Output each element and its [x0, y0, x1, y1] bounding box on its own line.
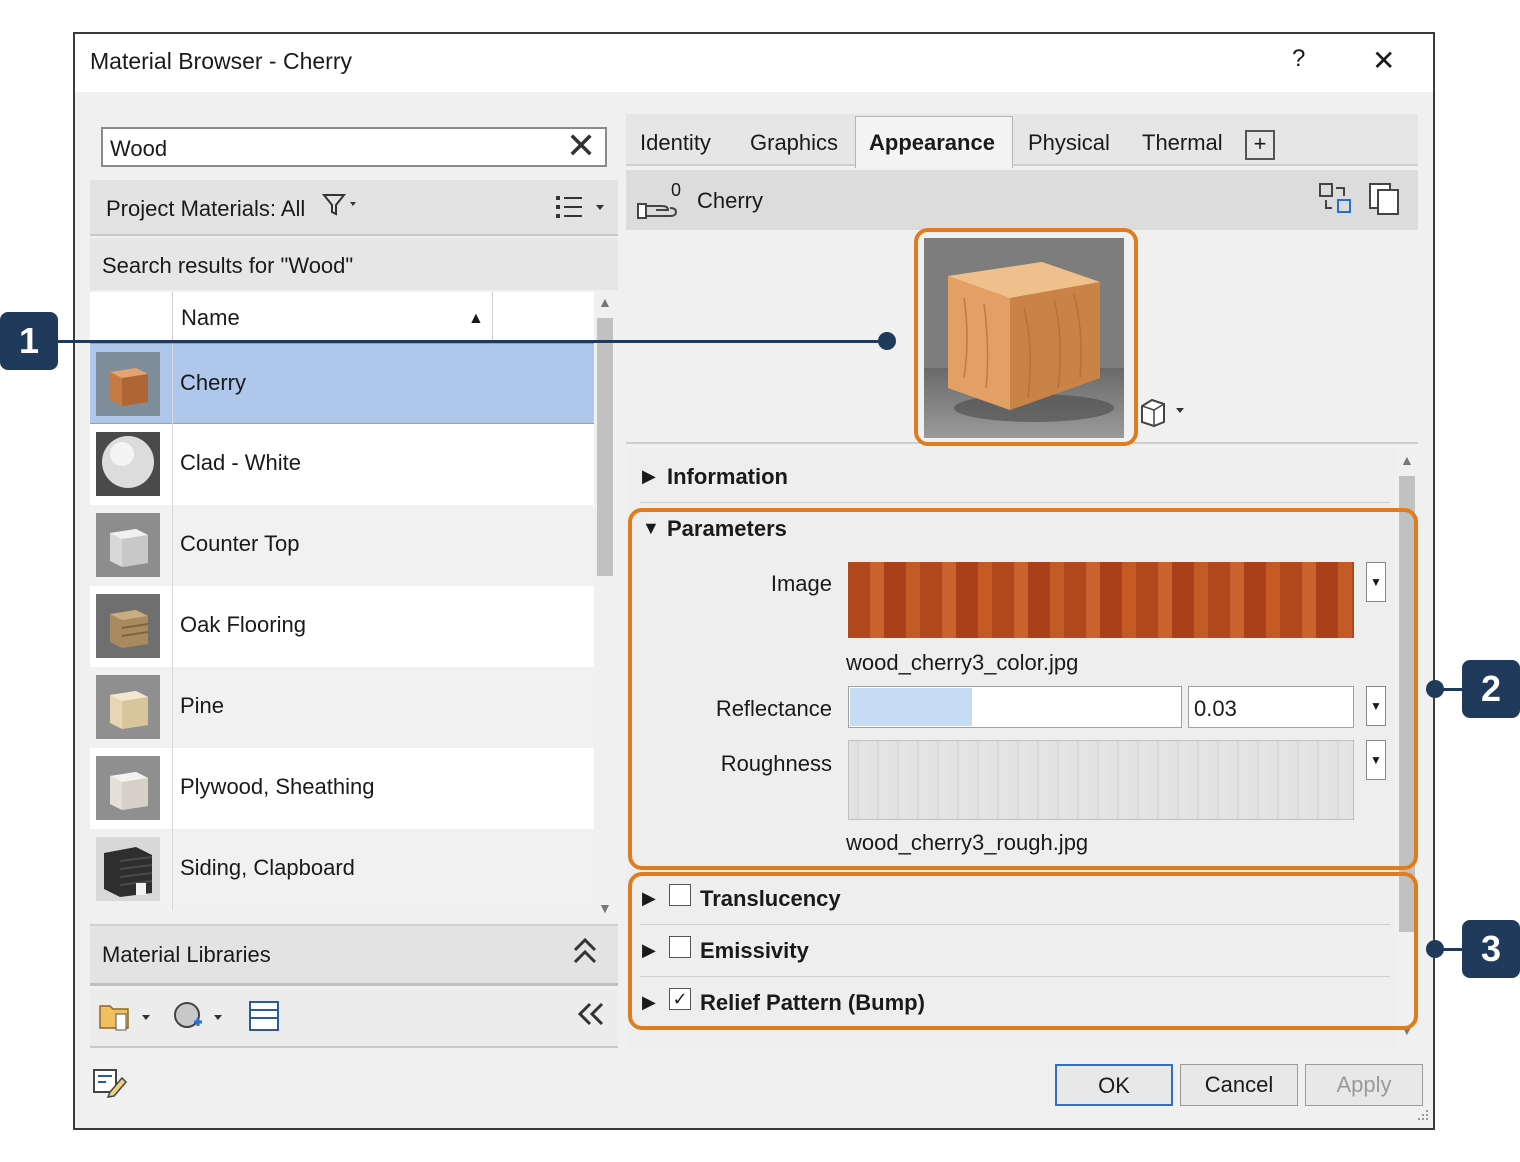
- expand-information-icon[interactable]: ▶: [642, 466, 656, 487]
- material-editor-icon[interactable]: [92, 1066, 128, 1105]
- tab-graphics[interactable]: Graphics: [750, 130, 838, 156]
- materials-scroll-thumb[interactable]: [597, 318, 613, 576]
- material-row-plywood-sheathing[interactable]: Plywood, Sheathing: [90, 748, 594, 829]
- window-title: Material Browser - Cherry: [90, 48, 352, 74]
- asset-name: Cherry: [697, 188, 764, 213]
- callout-3-leader: [1440, 948, 1462, 951]
- parameters-highlight: [628, 508, 1418, 870]
- callout-1: 1: [0, 312, 58, 370]
- resize-grip-icon[interactable]: [1412, 1108, 1430, 1131]
- ok-button[interactable]: OK: [1055, 1064, 1173, 1106]
- material-label: Siding, Clapboard: [180, 855, 355, 880]
- scroll-up-icon[interactable]: ▲: [598, 294, 612, 310]
- pine-thumbnail: [96, 675, 160, 739]
- callout-2-leader: [1440, 688, 1462, 691]
- create-material-icon[interactable]: [172, 1000, 228, 1039]
- header-divider: [492, 292, 493, 342]
- open-library-icon[interactable]: [98, 1000, 154, 1039]
- tab-bar: [626, 114, 1418, 166]
- siding-thumbnail: [96, 837, 160, 901]
- counter-top-thumbnail: [96, 513, 160, 577]
- tab-appearance[interactable]: Appearance: [869, 130, 995, 156]
- tab-identity[interactable]: Identity: [640, 130, 711, 156]
- material-row-cherry[interactable]: Cherry: [90, 343, 594, 425]
- library-toolbar: [90, 990, 618, 1048]
- plywood-thumbnail: [96, 756, 160, 820]
- material-row-oak-flooring[interactable]: Oak Flooring: [90, 586, 594, 667]
- tab-thermal[interactable]: Thermal: [1142, 130, 1223, 156]
- material-label: Counter Top: [180, 531, 300, 556]
- oak-flooring-thumbnail: [96, 594, 160, 658]
- information-section[interactable]: Information: [667, 464, 788, 490]
- callout-2: 2: [1462, 660, 1520, 718]
- scroll-down-icon[interactable]: ▼: [598, 900, 612, 916]
- asset-browser-icon[interactable]: [248, 1000, 280, 1037]
- add-asset-button[interactable]: +: [1245, 130, 1275, 160]
- clear-search-button[interactable]: ✕: [566, 126, 596, 166]
- expand-libraries-icon[interactable]: [570, 934, 600, 975]
- tab-physical[interactable]: Physical: [1028, 130, 1110, 156]
- project-materials-filter[interactable]: Project Materials: All: [106, 196, 305, 222]
- replace-asset-icon[interactable]: [1318, 182, 1354, 221]
- callout-3: 3: [1462, 920, 1520, 978]
- list-header: [90, 292, 594, 342]
- duplicate-asset-icon[interactable]: [1368, 182, 1404, 221]
- cherry-thumbnail: [96, 352, 160, 416]
- cancel-button[interactable]: Cancel: [1180, 1064, 1298, 1106]
- search-results-label: Search results for "Wood": [102, 253, 354, 278]
- material-label: Clad - White: [180, 450, 302, 475]
- scroll-up-icon[interactable]: ▲: [1400, 452, 1414, 468]
- preview-highlight: [914, 228, 1138, 446]
- search-value: Wood: [110, 136, 168, 161]
- filter-icon[interactable]: [321, 192, 362, 224]
- clad-white-thumbnail: [96, 432, 160, 496]
- apply-button[interactable]: Apply: [1305, 1064, 1423, 1106]
- asset-user-count: 0: [671, 180, 682, 200]
- callout-1-dot: [878, 332, 896, 350]
- name-column-header[interactable]: Name: [181, 305, 240, 331]
- preview-options-icon[interactable]: [1138, 396, 1190, 433]
- material-row-siding-clapboard[interactable]: Siding, Clapboard: [90, 829, 594, 910]
- effects-highlight: [628, 872, 1418, 1030]
- material-row-counter-top[interactable]: Counter Top: [90, 505, 594, 586]
- material-label: Pine: [180, 693, 225, 718]
- material-label: Cherry: [180, 370, 247, 395]
- close-button[interactable]: ✕: [1372, 44, 1395, 77]
- material-libraries-label: Material Libraries: [102, 942, 271, 967]
- callout-1-leader: [58, 340, 886, 343]
- collapse-library-panel-icon[interactable]: [574, 998, 606, 1038]
- material-row-clad-white[interactable]: Clad - White: [90, 424, 594, 505]
- material-label: Plywood, Sheathing: [180, 774, 375, 799]
- sort-ascending-icon: ▲: [468, 310, 484, 327]
- material-label: Oak Flooring: [180, 612, 306, 637]
- list-view-icon[interactable]: [554, 192, 610, 228]
- header-divider: [172, 292, 173, 342]
- material-row-pine[interactable]: Pine: [90, 667, 594, 748]
- help-button[interactable]: ?: [1292, 45, 1305, 73]
- search-input[interactable]: [101, 127, 607, 167]
